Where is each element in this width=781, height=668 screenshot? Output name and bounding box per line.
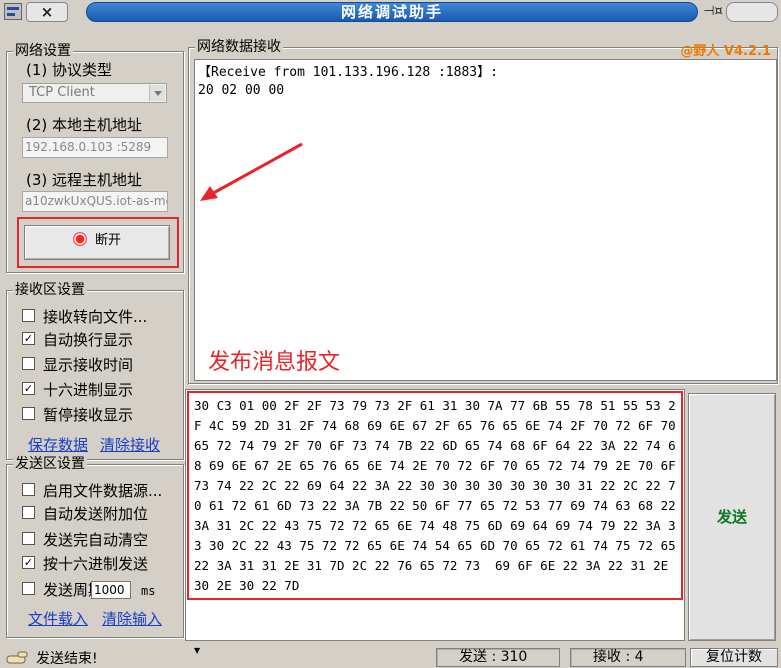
protocol-label: (1) 协议类型 bbox=[26, 61, 113, 79]
title-bar: × 网络调试助手 ⊣¤ bbox=[0, 0, 781, 24]
protocol-select[interactable]: TCP Client bbox=[22, 83, 167, 103]
period-input[interactable]: 1000 bbox=[91, 580, 131, 599]
period-unit: ms bbox=[141, 584, 156, 598]
received-counter: 接收 : 4 bbox=[570, 648, 686, 667]
receive-header: 【Receive from 101.133.196.128 :1883】: bbox=[198, 65, 498, 80]
send-textarea[interactable]: 30 C3 01 00 2F 2F 73 79 73 2F 61 31 30 7… bbox=[187, 391, 683, 600]
group-label: 网络数据接收 bbox=[195, 39, 283, 55]
reset-count-button[interactable]: 复位计数 bbox=[690, 648, 778, 667]
clear-receive-link[interactable]: 清除接收 bbox=[100, 436, 160, 454]
remote-host-input[interactable]: a10zwkUxQUS.iot-as-mq bbox=[22, 191, 168, 212]
window-title: 网络调试助手 bbox=[86, 2, 698, 22]
remote-host-label: (3) 远程主机地址 bbox=[26, 171, 143, 189]
group-label: 网络设置 bbox=[13, 43, 73, 59]
option-hex-send[interactable]: ✓ 按十六进制发送 bbox=[22, 554, 148, 574]
checkbox-checked[interactable]: ✓ bbox=[22, 332, 35, 345]
checkbox-checked[interactable]: ✓ bbox=[22, 382, 35, 395]
annotation-arrow-icon bbox=[200, 142, 303, 201]
checkbox[interactable] bbox=[22, 506, 35, 519]
status-message: 发送结束! bbox=[36, 651, 98, 667]
checkbox[interactable] bbox=[22, 309, 35, 322]
checkbox[interactable] bbox=[22, 407, 35, 420]
checkbox[interactable] bbox=[22, 483, 35, 496]
option-auto-wrap[interactable]: ✓ 自动换行显示 bbox=[22, 330, 133, 350]
option-recv-to-file[interactable]: 接收转向文件... bbox=[22, 307, 147, 327]
save-data-link[interactable]: 保存数据 bbox=[28, 436, 88, 454]
resize-arrow-icon: ▼ bbox=[194, 646, 201, 655]
version-label: @野人 V4.2.1 bbox=[680, 44, 771, 59]
sent-counter: 发送 : 310 bbox=[436, 648, 560, 667]
close-button[interactable]: × bbox=[26, 2, 68, 22]
local-host-label: (2) 本地主机地址 bbox=[26, 116, 143, 134]
chevron-down-icon[interactable] bbox=[149, 85, 165, 101]
local-host-input[interactable]: 192.168.0.103 :5289 bbox=[22, 137, 168, 158]
status-led-icon bbox=[72, 231, 87, 246]
clear-input-link[interactable]: 清除输入 bbox=[102, 610, 162, 628]
group-label: 接收区设置 bbox=[13, 282, 87, 298]
title-right-button[interactable] bbox=[726, 2, 778, 22]
checkbox[interactable] bbox=[22, 582, 35, 595]
option-send-period[interactable]: 发送周期1000 ms bbox=[22, 580, 155, 600]
period-label: 发送周期 bbox=[43, 581, 91, 599]
disconnect-label: 断开 bbox=[94, 233, 121, 248]
load-file-link[interactable]: 文件载入 bbox=[28, 610, 88, 628]
option-pause-display[interactable]: 暂停接收显示 bbox=[22, 405, 133, 425]
option-auto-clear[interactable]: 发送完自动清空 bbox=[22, 530, 148, 550]
option-file-source[interactable]: 启用文件数据源... bbox=[22, 481, 162, 501]
checkbox[interactable] bbox=[22, 357, 35, 370]
receive-textarea[interactable]: 【Receive from 101.133.196.128 :1883】: 20 … bbox=[194, 59, 777, 381]
protocol-value: TCP Client bbox=[29, 85, 95, 100]
disconnect-button[interactable]: 断开 bbox=[24, 225, 170, 260]
annotation-text: 发布消息报文 bbox=[208, 350, 341, 375]
option-show-time[interactable]: 显示接收时间 bbox=[22, 355, 133, 375]
hand-pointer-icon bbox=[6, 651, 28, 664]
app-icon[interactable] bbox=[4, 3, 22, 20]
checkbox-checked[interactable]: ✓ bbox=[22, 556, 35, 569]
send-button[interactable]: 发送 bbox=[688, 393, 776, 641]
group-label: 发送区设置 bbox=[13, 456, 87, 472]
checkbox[interactable] bbox=[22, 532, 35, 545]
receive-data: 20 02 00 00 bbox=[198, 83, 285, 98]
option-append-bits[interactable]: 自动发送附加位 bbox=[22, 504, 148, 524]
option-hex-display[interactable]: ✓ 十六进制显示 bbox=[22, 380, 133, 400]
pin-icon[interactable]: ⊣¤ bbox=[702, 4, 724, 20]
